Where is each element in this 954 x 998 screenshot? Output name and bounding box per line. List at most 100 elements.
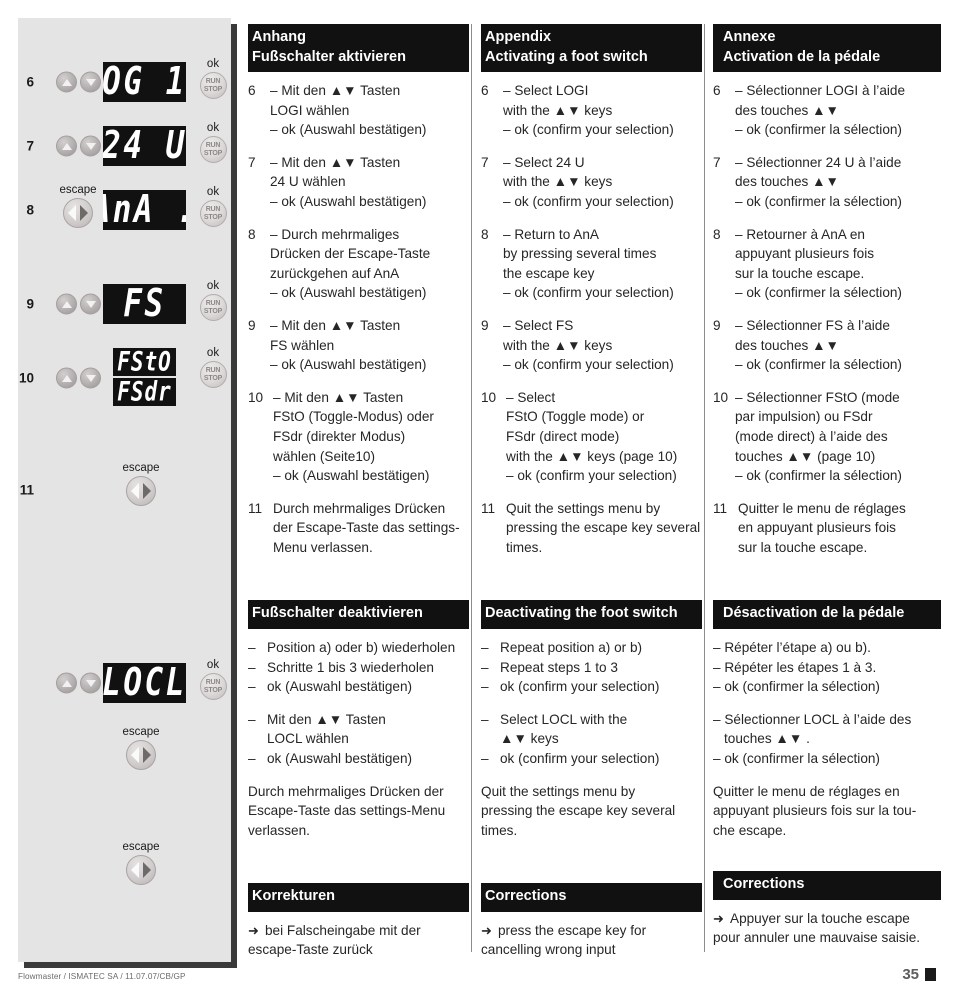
run-stop-button[interactable]: RUN STOP xyxy=(199,136,227,163)
step-number: 10 xyxy=(248,389,264,405)
step-block: 10 – Mit den ▲▼ Tasten FStO (Toggle-Modus… xyxy=(248,388,469,486)
updown-buttons[interactable] xyxy=(56,71,101,93)
run-stop-button[interactable]: RUN STOP xyxy=(199,673,227,700)
list-item: des touches ▲▼ xyxy=(713,336,941,356)
updown-buttons[interactable] xyxy=(56,293,101,315)
ok-button-group[interactable]: ok RUN STOP xyxy=(190,58,236,99)
step-number: 7 xyxy=(248,154,256,170)
run-stop-button[interactable]: RUN STOP xyxy=(199,361,227,388)
up-arrow-button[interactable] xyxy=(56,672,77,694)
down-arrow-button[interactable] xyxy=(80,71,101,93)
list-item: 8 – Durch mehrmaliges xyxy=(248,225,469,245)
ok-button-group[interactable]: ok RUN STOP xyxy=(190,347,236,388)
up-arrow-button[interactable] xyxy=(56,293,77,315)
step-text: – Mit den ▲▼ Tasten xyxy=(270,317,401,333)
down-arrow-button[interactable] xyxy=(80,135,101,157)
ok-label: ok xyxy=(206,58,220,70)
list-item: Menu verlassen. xyxy=(248,538,469,558)
run-label: RUN xyxy=(205,206,221,213)
up-arrow-button[interactable] xyxy=(56,135,77,157)
run-stop-button[interactable]: RUN STOP xyxy=(199,294,227,321)
header-line-1: Désactivation de la pédale xyxy=(723,605,905,622)
list-item: 7 – Select 24 U xyxy=(481,153,702,173)
stop-label: STOP xyxy=(203,85,223,93)
step-number: 8 xyxy=(26,202,34,218)
down-arrow-button[interactable] xyxy=(80,293,101,315)
ok-button-group[interactable]: ok RUN STOP xyxy=(190,186,236,227)
paragraph-line: Durch mehrmaliges Drücken der xyxy=(248,783,444,799)
step-subtext: – ok (confirmer la sélection) xyxy=(735,468,902,484)
down-arrow-button[interactable] xyxy=(80,672,101,694)
step-number: 9 xyxy=(26,296,34,312)
panel-shadow-bottom xyxy=(24,962,237,968)
list-item: sur la touche escape. xyxy=(713,538,941,558)
list-item: – ok (confirm your selection) xyxy=(481,677,702,697)
updown-buttons[interactable] xyxy=(56,135,101,157)
updown-buttons[interactable] xyxy=(56,672,101,694)
list-item: 6 – Sélectionner LOGI à l’aide xyxy=(713,81,941,101)
header-line-1: Corrections xyxy=(723,876,805,893)
header-line-1: Corrections xyxy=(485,888,567,905)
escape-button[interactable] xyxy=(126,855,156,885)
list-item: Drücken der Escape-Taste xyxy=(248,244,469,264)
list-item: des touches ▲▼ xyxy=(713,172,941,192)
up-arrow-button[interactable] xyxy=(56,71,77,93)
panel-shadow-right xyxy=(231,24,237,968)
ok-button-group[interactable]: ok RUN STOP xyxy=(190,280,236,321)
item-text: Schritte 1 bis 3 wiederholen xyxy=(267,659,434,675)
paragraph-line: Escape-Taste das settings-Menu xyxy=(248,803,446,819)
escape-button-group[interactable]: escape xyxy=(104,726,178,770)
item-text: – ok (confirmer la sélection) xyxy=(713,679,880,695)
step-text: touches ▲▼ (page 10) xyxy=(735,448,876,464)
step-block-11: 11 Durch mehrmaliges Drücken der Escape-T… xyxy=(248,499,469,558)
deactivate-header-en: Deactivating the foot switch xyxy=(481,600,702,629)
step-text: der Escape-Taste das settings- xyxy=(273,520,460,536)
step-subtext: – ok (confirmer la sélection) xyxy=(735,285,902,301)
escape-button[interactable] xyxy=(63,198,93,228)
list-item: by pressing several times xyxy=(481,244,702,264)
step-text: sur la touche escape. xyxy=(738,539,868,555)
updown-buttons[interactable] xyxy=(56,367,101,389)
panel-step-10: 10 FStO FSdr ok RUN STOP xyxy=(0,347,227,408)
run-stop-button[interactable]: RUN STOP xyxy=(199,72,227,99)
item-text: Appuyer sur la touche escape xyxy=(730,910,910,926)
escape-button-group[interactable]: escape xyxy=(104,841,178,885)
list-item: – ok (Auswahl bestätigen) xyxy=(248,749,469,769)
list-item: – ok (confirm your selection) xyxy=(481,355,702,375)
list-item: with the ▲▼ keys xyxy=(481,101,702,121)
panel-step-11: 11 escape xyxy=(0,462,213,518)
run-stop-button[interactable]: RUN STOP xyxy=(199,200,227,227)
escape-button[interactable] xyxy=(126,476,156,506)
list-item: – ok (confirmer la sélection) xyxy=(713,120,941,140)
list-item: touches ▲▼ (page 10) xyxy=(713,447,941,467)
up-arrow-button[interactable] xyxy=(56,367,77,389)
stop-label: STOP xyxy=(203,213,223,221)
ok-button-group[interactable]: ok RUN STOP xyxy=(190,659,236,700)
step-text: – Select 24 U xyxy=(503,154,585,170)
item-text: ▲▼ keys xyxy=(500,731,559,747)
quit-text-block: Durch mehrmaliges Drücken der Escape-Tas… xyxy=(248,782,469,841)
section-header-en: Appendix Activating a foot switch xyxy=(481,24,702,72)
stop-label: STOP xyxy=(203,307,223,315)
footer-credit: Flowmaster / ISMATEC SA / 11.07.07/CB/GP xyxy=(18,972,186,981)
down-arrow-button[interactable] xyxy=(80,367,101,389)
list-item: zurückgehen auf AnA xyxy=(248,264,469,284)
ok-button-group[interactable]: ok RUN STOP xyxy=(190,122,236,163)
list-item: par impulsion) ou FSdr xyxy=(713,407,941,427)
step-text: wählen (Seite10) xyxy=(273,448,376,464)
header-line-1: Fußschalter deaktivieren xyxy=(252,605,423,622)
deactivate-list: – Repeat position a) or b) – Repeat steps … xyxy=(481,638,702,697)
escape-button[interactable] xyxy=(126,740,156,770)
step-text: with the ▲▼ keys xyxy=(503,174,613,190)
step-block: 9 – Sélectionner FS à l’aide des touches … xyxy=(713,316,941,375)
step-subtext: – ok (confirm your selection) xyxy=(503,285,674,301)
escape-button-group[interactable]: escape xyxy=(104,462,178,506)
step-text: FSdr (direct mode) xyxy=(506,428,620,444)
stop-label: STOP xyxy=(203,374,223,382)
ok-label: ok xyxy=(206,280,220,292)
dash: – xyxy=(248,659,256,675)
step-text: – Mit den ▲▼ Tasten xyxy=(270,83,401,98)
list-item: – ok (confirm your selection) xyxy=(481,466,702,486)
